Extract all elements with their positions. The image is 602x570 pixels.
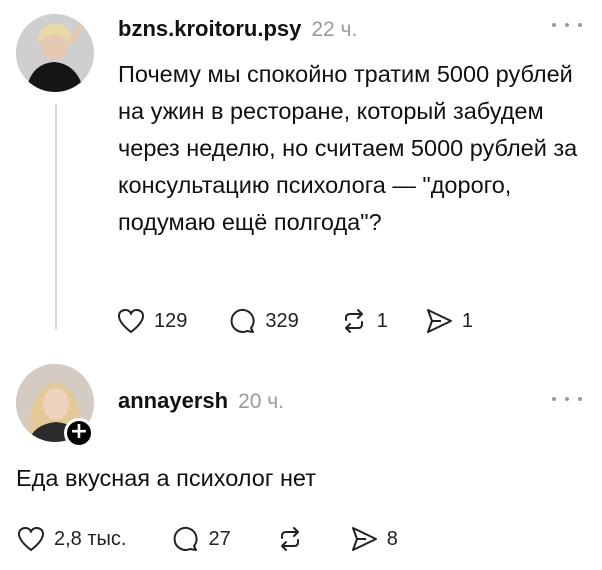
repost-icon — [344, 309, 363, 333]
comment-icon — [174, 526, 199, 551]
thread-line — [55, 104, 57, 330]
heart-icon — [17, 526, 45, 552]
post-text: Еда вкусная а психолог нет — [16, 465, 316, 491]
comment-icon — [230, 308, 255, 333]
like-button[interactable]: 2,8 тыс. — [16, 524, 126, 554]
share-count: 1 — [461, 309, 473, 332]
post-time: 20 ч. — [238, 390, 285, 413]
action-bar: 129 329 1 1 — [116, 306, 473, 336]
repost-icon — [280, 527, 299, 551]
post-text: Почему мы спокойно тратим 5000 рублей на… — [118, 61, 578, 235]
share-icon — [426, 309, 452, 333]
comment-count: 27 — [208, 527, 231, 550]
repost-count: 1 — [376, 309, 388, 332]
share-count: 8 — [386, 527, 398, 550]
username[interactable]: annayersh — [118, 388, 228, 414]
like-count: 2,8 тыс. — [54, 527, 127, 550]
like-button[interactable]: 129 — [116, 306, 187, 336]
action-bar: 2,8 тыс. 27 8 — [16, 524, 398, 554]
repost-button[interactable] — [275, 524, 305, 554]
post: + annayersh 20 ч. Еда вкусная а психолог… — [0, 350, 602, 570]
share-icon — [351, 527, 377, 551]
heart-icon — [117, 308, 145, 334]
avatar-image — [16, 14, 94, 92]
comment-count: 329 — [265, 309, 299, 332]
share-button[interactable]: 8 — [349, 524, 398, 554]
username[interactable]: bzns.kroitoru.psy — [118, 16, 301, 42]
post: bzns.kroitoru.psy 22 ч. Почему мы спокой… — [0, 0, 602, 340]
post-header: bzns.kroitoru.psy 22 ч. — [118, 16, 357, 42]
comment-button[interactable]: 329 — [227, 306, 299, 336]
comment-button[interactable]: 27 — [170, 524, 231, 554]
like-count: 129 — [154, 309, 188, 332]
post-header: annayersh 20 ч. — [118, 388, 284, 414]
more-icon[interactable] — [552, 18, 582, 32]
repost-button[interactable]: 1 — [339, 306, 388, 336]
post-time: 22 ч. — [311, 18, 358, 41]
follow-button[interactable]: + — [64, 418, 94, 448]
avatar[interactable] — [16, 14, 94, 92]
share-button[interactable]: 1 — [424, 306, 473, 336]
more-icon[interactable] — [552, 392, 582, 406]
